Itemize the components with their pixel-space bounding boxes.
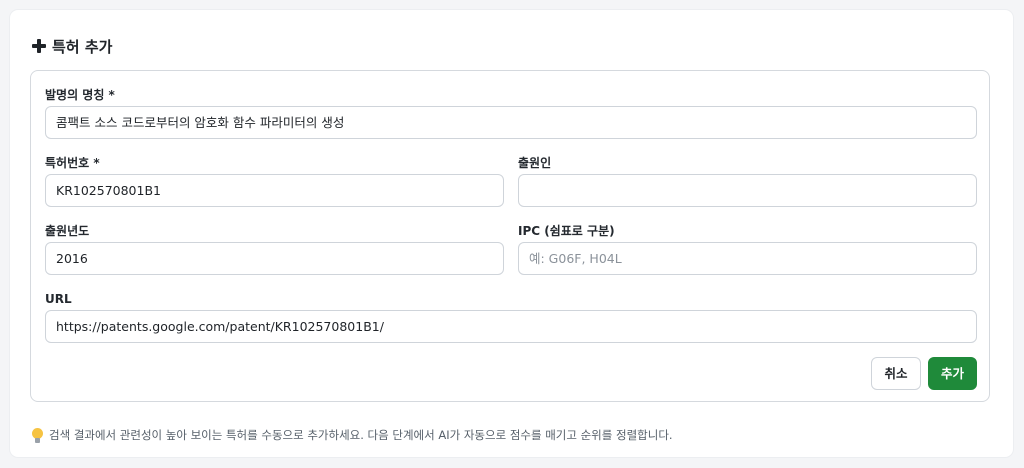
title-input[interactable]: 콤팩트 소스 코드로부터의 암호화 함수 파라미터의 생성 [45,106,977,139]
cancel-button[interactable]: 취소 [871,357,921,390]
patent-number-input[interactable]: KR102570801B1 [45,174,504,207]
applicant-input[interactable] [518,174,977,207]
card-title-text: 특허 추가 [52,37,113,56]
year-input[interactable]: 2016 [45,242,504,275]
plus-icon [32,39,46,53]
title-label: 발명의 명칭 * [45,88,115,102]
hint-message: 검색 결과에서 관련성이 높아 보이는 특허를 수동으로 추가하세요. 다음 단… [32,427,673,443]
ipc-label: IPC (쉼표로 구분) [518,224,615,238]
hint-text: 검색 결과에서 관련성이 높아 보이는 특허를 수동으로 추가하세요. 다음 단… [49,428,673,442]
url-input[interactable]: https://patents.google.com/patent/KR1025… [45,310,977,343]
applicant-label: 출원인 [518,156,552,170]
patent-form: 발명의 명칭 * 콤팩트 소스 코드로부터의 암호화 함수 파라미터의 생성 특… [30,70,990,402]
add-patent-card: 특허 추가 발명의 명칭 * 콤팩트 소스 코드로부터의 암호화 함수 파라미터… [10,10,1013,457]
ipc-input[interactable]: 예: G06F, H04L [518,242,977,275]
patent-number-label: 특허번호 * [45,156,100,170]
add-button[interactable]: 추가 [928,357,977,390]
lightbulb-icon [32,427,43,443]
year-label: 출원년도 [45,224,90,238]
card-title: 특허 추가 [32,36,112,56]
url-label: URL [45,292,72,306]
